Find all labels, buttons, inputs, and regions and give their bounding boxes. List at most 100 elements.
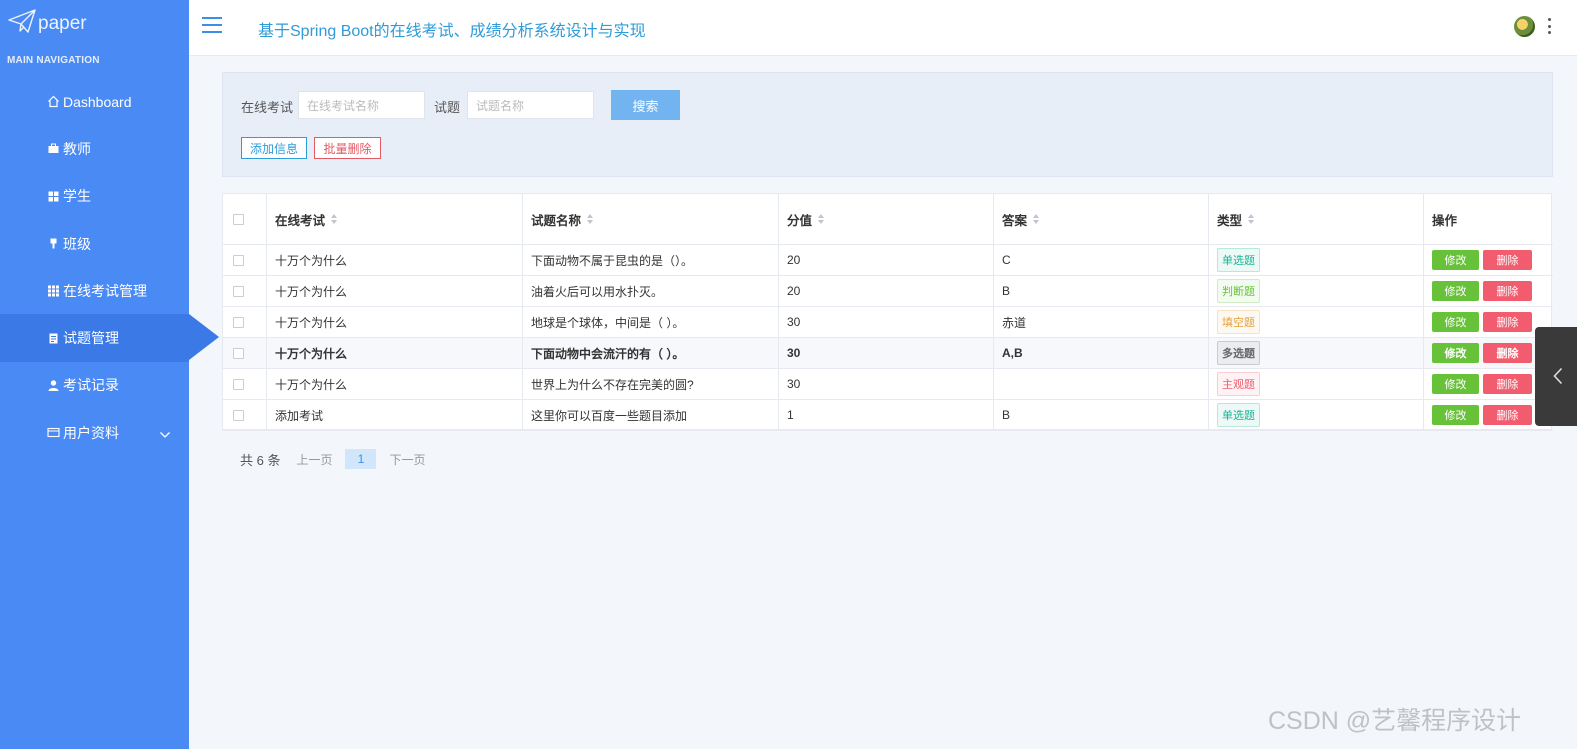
chevron-down-icon [159, 426, 171, 442]
cell-exam: 十万个为什么 [267, 276, 523, 306]
pagination-total: 共 6 条 [240, 452, 281, 468]
sidebar-item-class[interactable]: 班级 [0, 220, 189, 267]
column-header-score[interactable]: 分值 [779, 194, 994, 244]
cell-exam: 添加考试 [267, 400, 523, 430]
edit-button[interactable]: 修改 [1432, 312, 1479, 332]
avatar[interactable] [1514, 16, 1535, 37]
question-search-label: 试题 [434, 100, 461, 115]
sidebar: paper MAIN NAVIGATION Dashboard 教师 学生 班级… [0, 0, 219, 749]
type-tag: 判断题 [1217, 279, 1260, 303]
exam-search-placeholder: 在线考试名称 [307, 98, 380, 113]
sidebar-item-user-profile[interactable]: 用户资料 [0, 409, 189, 456]
cell-score: 20 [779, 245, 994, 275]
sidebar-item-label: 用户资料 [63, 424, 119, 441]
more-vertical-icon[interactable] [1548, 18, 1552, 34]
batch-delete-button[interactable]: 批量删除 [314, 137, 381, 159]
cell-answer: B [994, 276, 1209, 306]
cell-question: 地球是个球体，中间是（ ）。 [523, 307, 779, 337]
delete-button[interactable]: 删除 [1483, 250, 1532, 270]
cell-answer: B [994, 400, 1209, 430]
edit-button[interactable]: 修改 [1432, 343, 1479, 363]
cell-answer: C [994, 245, 1209, 275]
row-checkbox[interactable] [233, 409, 244, 421]
sidebar-item-question-management[interactable]: 试题管理 [0, 314, 219, 362]
column-header-type[interactable]: 类型 [1209, 194, 1424, 244]
paper-plane-icon [8, 8, 36, 40]
row-checkbox[interactable] [233, 254, 244, 266]
search-panel: 在线考试 在线考试名称 试题 试题名称 搜索 添加信息 批量删除 [222, 72, 1553, 177]
column-header-exam[interactable]: 在线考试 [267, 194, 523, 244]
sidebar-item-label: 班级 [63, 235, 91, 252]
sidebar-item-exam-records[interactable]: 考试记录 [0, 362, 189, 409]
top-header: 基于Spring Boot的在线考试、成绩分析系统设计与实现 [189, 0, 1577, 56]
page-title: 基于Spring Boot的在线考试、成绩分析系统设计与实现 [258, 23, 646, 40]
cell-question: 下面动物中会流汗的有（ ）。 [523, 338, 779, 368]
current-page-button[interactable]: 1 [345, 449, 377, 469]
cell-score: 30 [779, 307, 994, 337]
column-header-answer[interactable]: 答案 [994, 194, 1209, 244]
table-row[interactable]: 十万个为什么 油着火后可以用水扑灭。 20 B 判断题 修改 删除 [223, 276, 1553, 307]
sidebar-item-label: 考试记录 [63, 377, 119, 394]
sidebar-item-label: 在线考试管理 [63, 282, 147, 299]
cell-answer [994, 369, 1209, 399]
add-button[interactable]: 添加信息 [241, 137, 307, 159]
row-checkbox[interactable] [233, 347, 244, 359]
sidebar-item-teacher[interactable]: 教师 [0, 125, 189, 172]
nav-list: Dashboard 教师 学生 班级 在线考试管理 试题管理 考试记录 用户资料 [0, 78, 219, 456]
question-search-input[interactable]: 试题名称 [467, 91, 594, 119]
type-tag: 填空题 [1217, 310, 1260, 334]
briefcase-icon [47, 142, 60, 155]
select-all-checkbox[interactable] [233, 213, 244, 225]
user-icon [47, 379, 60, 392]
row-checkbox[interactable] [233, 285, 244, 297]
delete-button[interactable]: 删除 [1483, 405, 1532, 425]
sidebar-item-student[interactable]: 学生 [0, 173, 189, 220]
prev-page-button[interactable]: 上一页 [296, 451, 332, 468]
row-checkbox[interactable] [233, 378, 244, 390]
table-row[interactable]: 十万个为什么 地球是个球体，中间是（ ）。 30 赤道 填空题 修改 删除 [223, 307, 1553, 338]
cell-question: 这里你可以百度一些题目添加 [523, 400, 779, 430]
sort-icon [587, 214, 594, 224]
edit-button[interactable]: 修改 [1432, 374, 1479, 394]
cell-score: 1 [779, 400, 994, 430]
next-page-button[interactable]: 下一页 [389, 451, 425, 468]
table-row[interactable]: 十万个为什么 世界上为什么不存在完美的圆? 30 主观题 修改 删除 [223, 369, 1553, 400]
sort-icon [1248, 214, 1255, 224]
type-tag: 主观题 [1217, 372, 1260, 396]
table-row[interactable]: 添加考试 这里你可以百度一些题目添加 1 B 单选题 修改 删除 [223, 400, 1553, 431]
grid-icon [47, 190, 60, 203]
sort-icon [818, 214, 825, 224]
chevron-left-icon [1553, 367, 1563, 385]
home-icon [47, 95, 60, 108]
sidebar-item-dashboard[interactable]: Dashboard [0, 78, 189, 125]
app-logo[interactable]: paper [8, 8, 87, 40]
column-header-question[interactable]: 试题名称 [523, 194, 779, 244]
cell-answer: 赤道 [994, 307, 1209, 337]
exam-search-input[interactable]: 在线考试名称 [298, 91, 425, 119]
table-header-row: 在线考试 试题名称 分值 答案 类型 操作 [223, 194, 1553, 245]
delete-button[interactable]: 删除 [1483, 312, 1532, 332]
cell-score: 20 [779, 276, 994, 306]
watermark: CSDN @艺馨程序设计 [1268, 707, 1522, 735]
edit-button[interactable]: 修改 [1432, 281, 1479, 301]
row-actions: 修改 删除 [1432, 250, 1532, 270]
delete-button[interactable]: 删除 [1483, 281, 1532, 301]
row-checkbox[interactable] [233, 316, 244, 328]
delete-button[interactable]: 删除 [1483, 374, 1532, 394]
edit-button[interactable]: 修改 [1432, 405, 1479, 425]
cell-question: 下面动物不属于昆虫的是（）。 [523, 245, 779, 275]
delete-button[interactable]: 删除 [1483, 343, 1532, 363]
sort-icon [331, 214, 338, 224]
sidebar-item-label: 学生 [63, 188, 91, 205]
row-actions: 修改 删除 [1432, 281, 1532, 301]
side-panel-toggle[interactable] [1535, 327, 1577, 426]
table-row[interactable]: 十万个为什么 下面动物不属于昆虫的是（）。 20 C 单选题 修改 删除 [223, 245, 1553, 276]
search-button[interactable]: 搜索 [611, 90, 680, 120]
menu-toggle-icon[interactable] [202, 17, 222, 33]
edit-button[interactable]: 修改 [1432, 250, 1479, 270]
table-row[interactable]: 十万个为什么 下面动物中会流汗的有（ ）。 30 A,B 多选题 修改 删除 [223, 338, 1553, 369]
pin-icon [47, 237, 60, 250]
cell-exam: 十万个为什么 [267, 307, 523, 337]
row-actions: 修改 删除 [1432, 343, 1532, 363]
sidebar-item-exam-management[interactable]: 在线考试管理 [0, 267, 189, 314]
